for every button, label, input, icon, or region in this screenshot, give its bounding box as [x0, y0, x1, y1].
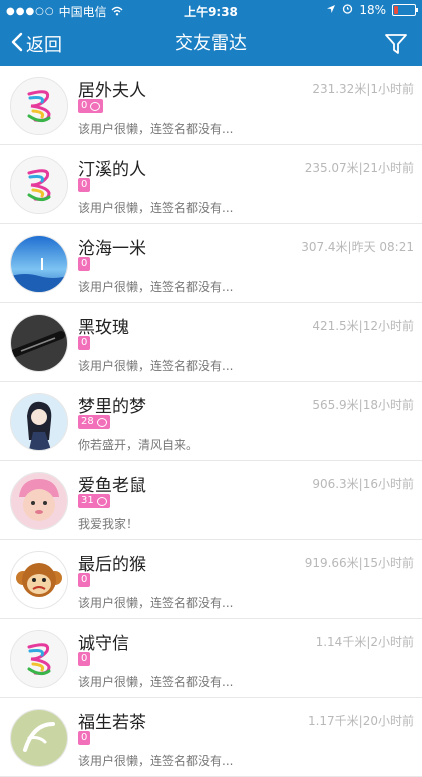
chat-bubble-icon — [96, 417, 107, 427]
avatar — [10, 77, 68, 135]
location-arrow-icon — [326, 3, 336, 17]
avatar — [10, 630, 68, 688]
badge-count: 0 — [81, 653, 88, 664]
level-badge: 0 — [78, 731, 91, 745]
user-list: 居外夫人 231.32米|1小时前 0 该用户很懒，连签名都没有... 汀溪的人 235.… — [0, 66, 422, 777]
page-title: 交友雷达 — [175, 33, 247, 54]
avatar — [10, 551, 68, 609]
battery-percent: 18% — [359, 3, 386, 17]
level-badge: 0 — [78, 178, 91, 192]
user-row[interactable]: 黑玫瑰 421.5米|12小时前 0 该用户很懒，连签名都没有... — [0, 303, 422, 382]
distance-time: 235.07米|21小时前 — [304, 161, 414, 175]
distance-time: 307.4米|昨天 08:21 — [301, 240, 414, 254]
distance-time: 421.5米|12小时前 — [312, 319, 414, 333]
user-name: 沧海一米 — [78, 239, 146, 259]
level-badge: 31 — [78, 494, 110, 508]
user-row[interactable]: 居外夫人 231.32米|1小时前 0 该用户很懒，连签名都没有... — [0, 66, 422, 145]
user-row[interactable]: 爱鱼老鼠 906.3米|16小时前 31 我爱我家！ — [0, 461, 422, 540]
avatar — [10, 709, 68, 767]
user-row[interactable]: 汀溪的人 235.07米|21小时前 0 该用户很懒，连签名都没有... — [0, 145, 422, 224]
distance-time: 919.66米|15小时前 — [304, 556, 414, 570]
filter-button[interactable] — [382, 30, 410, 58]
distance-time: 1.17千米|20小时前 — [307, 714, 414, 728]
distance-time: 565.9米|18小时前 — [312, 398, 414, 412]
level-badge: 0 — [78, 99, 104, 113]
badge-count: 0 — [81, 337, 88, 348]
user-signature: 该用户很懒，连签名都没有... — [78, 596, 234, 610]
user-row[interactable]: 梦里的梦 565.9米|18小时前 28 你若盛开，清风自来。 — [0, 382, 422, 461]
chat-bubble-icon — [90, 101, 101, 111]
avatar — [10, 235, 68, 293]
status-right: 18% — [326, 3, 418, 17]
user-signature: 你若盛开，清风自来。 — [78, 438, 199, 452]
level-badge: 28 — [78, 415, 110, 429]
user-row[interactable]: 沧海一米 307.4米|昨天 08:21 0 该用户很懒，连签名都没有... — [0, 224, 422, 303]
level-badge: 0 — [78, 573, 91, 587]
user-name: 黑玫瑰 — [78, 318, 129, 338]
level-badge: 0 — [78, 336, 91, 350]
user-name: 爱鱼老鼠 — [78, 476, 146, 496]
status-bar: ●●●○○ 中国电信 上午9:38 18% — [0, 0, 422, 22]
user-signature: 我爱我家！ — [78, 517, 139, 531]
user-signature: 该用户很懒，连签名都没有... — [78, 122, 234, 136]
chat-bubble-icon — [96, 496, 107, 506]
badge-count: 0 — [81, 574, 88, 585]
level-badge: 0 — [78, 257, 91, 271]
user-name: 梦里的梦 — [78, 397, 146, 417]
badge-count: 0 — [81, 258, 88, 269]
distance-time: 231.32米|1小时前 — [312, 82, 414, 96]
badge-count: 0 — [81, 179, 88, 190]
badge-count: 0 — [81, 100, 88, 111]
user-signature: 该用户很懒，连签名都没有... — [78, 201, 234, 215]
avatar — [10, 472, 68, 530]
user-name: 最后的猴 — [78, 555, 146, 575]
user-name: 诚守信 — [78, 634, 129, 654]
user-row[interactable]: 最后的猴 919.66米|15小时前 0 该用户很懒，连签名都没有... — [0, 540, 422, 619]
alarm-icon — [342, 3, 353, 17]
user-name: 福生若茶 — [78, 713, 146, 733]
filter-funnel-icon — [385, 34, 407, 54]
navigation-bar: 返回 交友雷达 — [0, 22, 422, 66]
user-signature: 该用户很懒，连签名都没有... — [78, 754, 234, 768]
avatar — [10, 156, 68, 214]
user-row[interactable]: 诚守信 1.14千米|2小时前 0 该用户很懒，连签名都没有... — [0, 619, 422, 698]
user-signature: 该用户很懒，连签名都没有... — [78, 675, 234, 689]
distance-time: 1.14千米|2小时前 — [315, 635, 414, 649]
badge-count: 28 — [81, 416, 94, 427]
user-name: 汀溪的人 — [78, 160, 146, 180]
user-signature: 该用户很懒，连签名都没有... — [78, 359, 234, 373]
avatar — [10, 314, 68, 372]
user-signature: 该用户很懒，连签名都没有... — [78, 280, 234, 294]
badge-count: 0 — [81, 732, 88, 743]
avatar — [10, 393, 68, 451]
distance-time: 906.3米|16小时前 — [312, 477, 414, 491]
badge-count: 31 — [81, 495, 94, 506]
level-badge: 0 — [78, 652, 91, 666]
user-name: 居外夫人 — [78, 81, 146, 101]
user-row[interactable]: 福生若茶 1.17千米|20小时前 0 该用户很懒，连签名都没有... — [0, 698, 422, 777]
battery-icon — [392, 4, 418, 16]
